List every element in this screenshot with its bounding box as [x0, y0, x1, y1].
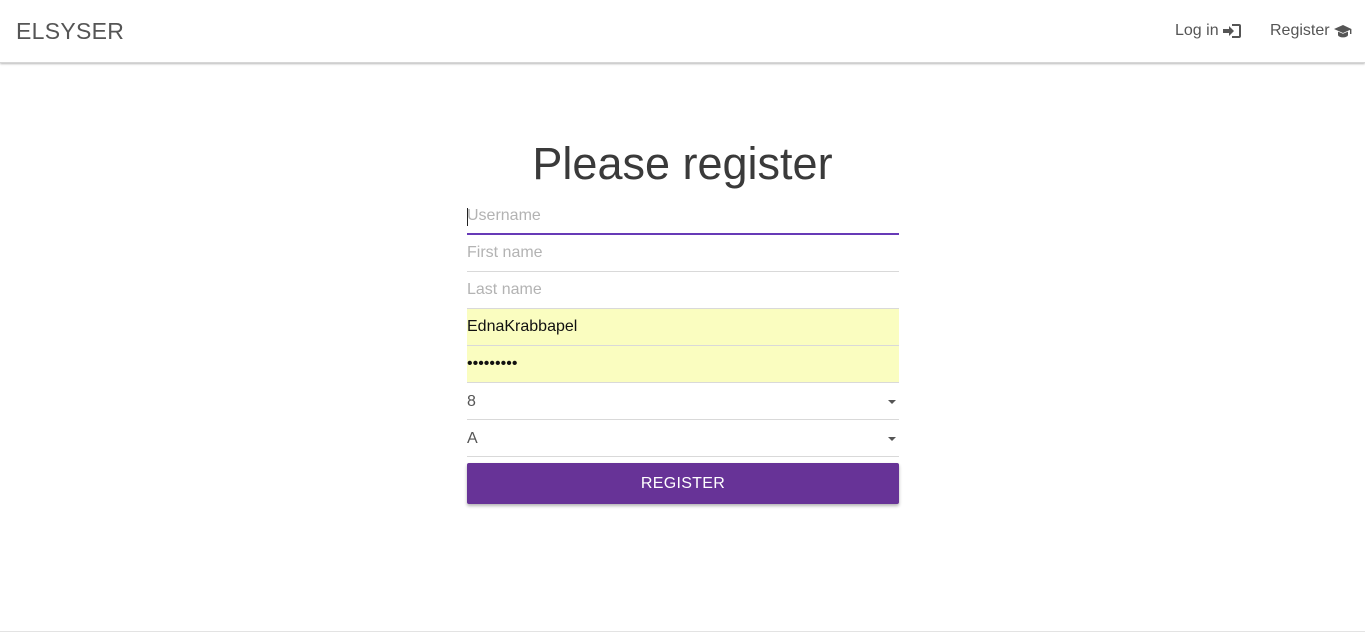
navbar: ELSYSER Log in Register: [0, 0, 1365, 63]
dropdown-arrow-icon: [888, 400, 896, 404]
first-name-input[interactable]: [467, 235, 899, 271]
password-field-wrapper: [467, 346, 899, 383]
grade-select[interactable]: 8: [467, 383, 899, 420]
nav-register-label: Register: [1270, 22, 1330, 39]
dropdown-arrow-icon: [888, 437, 896, 441]
last-name-input[interactable]: [467, 272, 899, 308]
register-button[interactable]: REGISTER: [467, 463, 899, 504]
email-input[interactable]: [467, 309, 899, 345]
nav-login-link[interactable]: Log in: [1175, 22, 1241, 40]
class-letter-select-value: A: [467, 430, 478, 447]
graduation-cap-icon: [1333, 24, 1352, 38]
brand-logo[interactable]: ELSYSER: [16, 18, 124, 45]
email-field-wrapper: [467, 309, 899, 346]
username-field-wrapper: [467, 198, 899, 235]
sign-in-icon: [1222, 24, 1241, 38]
class-letter-select[interactable]: A: [467, 420, 899, 457]
password-input[interactable]: [467, 346, 899, 382]
grade-select-value: 8: [467, 393, 476, 410]
register-form: 8 A: [467, 198, 899, 457]
text-caret: [467, 208, 468, 226]
nav-login-label: Log in: [1175, 22, 1219, 39]
first-name-field-wrapper: [467, 235, 899, 272]
last-name-field-wrapper: [467, 272, 899, 309]
username-input[interactable]: [467, 198, 899, 233]
footer-divider: [0, 631, 1365, 632]
page-title: Please register: [532, 138, 833, 189]
nav-register-link[interactable]: Register: [1270, 22, 1352, 40]
